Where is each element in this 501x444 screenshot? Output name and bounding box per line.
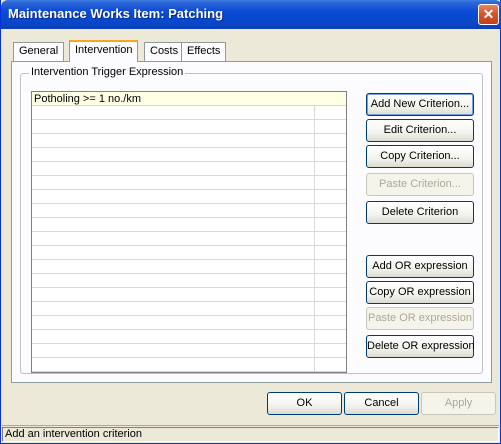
delete-criterion-button[interactable]: Delete Criterion (366, 201, 474, 224)
table-row[interactable] (32, 148, 346, 162)
tab-costs[interactable]: Costs (144, 42, 185, 61)
title-bar[interactable]: Maintenance Works Item: Patching ✕ (1, 0, 501, 29)
table-row[interactable] (32, 246, 346, 260)
criterion-cell: Potholing >= 1 no./km (34, 93, 142, 105)
table-row[interactable] (32, 288, 346, 302)
table-row[interactable] (32, 204, 346, 218)
status-bar: Add an intervention criterion (2, 425, 499, 442)
table-row[interactable] (32, 344, 346, 358)
status-text: Add an intervention criterion (2, 427, 499, 442)
table-row[interactable] (32, 162, 346, 176)
copy-criterion-button[interactable]: Copy Criterion... (366, 145, 474, 168)
ok-button[interactable]: OK (267, 392, 342, 415)
tab-panel: Intervention Trigger Expression Potholin… (11, 61, 492, 383)
table-row[interactable] (32, 302, 346, 316)
add-or-expression-button[interactable]: Add OR expression (366, 255, 474, 278)
delete-or-expression-button[interactable]: Delete OR expression (366, 335, 475, 358)
table-row[interactable] (32, 274, 346, 288)
apply-button[interactable]: Apply (421, 392, 496, 415)
table-row[interactable] (32, 190, 346, 204)
edit-criterion-button[interactable]: Edit Criterion... (366, 119, 474, 142)
table-row[interactable] (32, 316, 346, 330)
table-row[interactable]: Potholing >= 1 no./km (32, 92, 346, 106)
copy-or-expression-button[interactable]: Copy OR expression (366, 281, 474, 304)
table-row[interactable] (32, 260, 346, 274)
paste-criterion-button[interactable]: Paste Criterion... (366, 173, 474, 196)
add-new-criterion-button[interactable]: Add New Criterion... (366, 93, 474, 116)
tab-effects[interactable]: Effects (181, 42, 227, 61)
table-row[interactable] (32, 134, 346, 148)
criteria-grid[interactable]: Potholing >= 1 no./km (31, 91, 347, 373)
tab-intervention[interactable]: Intervention (69, 40, 139, 62)
dialog-window: Maintenance Works Item: Patching ✕ Gener… (0, 0, 501, 444)
table-row[interactable] (32, 218, 346, 232)
table-row[interactable] (32, 232, 346, 246)
table-row[interactable] (32, 176, 346, 190)
paste-or-expression-button[interactable]: Paste OR expression (366, 307, 474, 330)
table-row[interactable] (32, 106, 346, 120)
table-row[interactable] (32, 330, 346, 344)
cancel-button[interactable]: Cancel (344, 392, 419, 415)
window-title: Maintenance Works Item: Patching (8, 6, 224, 21)
tab-general[interactable]: General (13, 42, 65, 61)
table-row[interactable] (32, 120, 346, 134)
close-button[interactable]: ✕ (478, 4, 499, 25)
table-row[interactable] (32, 358, 346, 372)
group-title: Intervention Trigger Expression (29, 66, 186, 78)
close-icon: ✕ (482, 6, 495, 22)
